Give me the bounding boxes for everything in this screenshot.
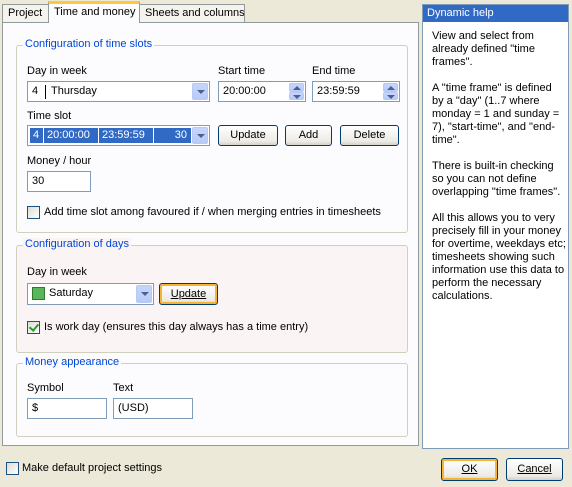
start-time-label: Start time bbox=[218, 65, 266, 77]
symbol-field[interactable]: $ bbox=[27, 398, 107, 419]
days-day-name: Saturday bbox=[49, 287, 94, 299]
divider bbox=[43, 128, 44, 143]
slot-number: 4 bbox=[33, 129, 40, 141]
chevron-down-icon[interactable] bbox=[192, 83, 208, 100]
make-default-label: Make default project settings bbox=[22, 462, 163, 474]
slot-end: 23:59:59 bbox=[102, 129, 145, 141]
spin-down-icon[interactable] bbox=[289, 91, 304, 100]
slot-start: 20:00:00 bbox=[47, 129, 90, 141]
help-paragraph: All this allows you to very precisely fi… bbox=[432, 212, 566, 302]
slot-update-button[interactable]: Update bbox=[218, 125, 278, 146]
days-update-label: Update bbox=[170, 288, 207, 300]
start-time-spinner[interactable] bbox=[289, 83, 304, 100]
chevron-down-icon[interactable] bbox=[192, 127, 208, 144]
chevron-down-icon[interactable] bbox=[136, 285, 152, 303]
days-day-select[interactable]: Saturday bbox=[27, 283, 154, 305]
money-appearance-legend: Money appearance bbox=[23, 356, 122, 368]
money-per-hour-field[interactable]: 30 bbox=[27, 171, 91, 192]
tab-sheets-and-columns[interactable]: Sheets and columns bbox=[139, 4, 245, 22]
tab-project[interactable]: Project bbox=[2, 4, 49, 22]
day-in-week-label: Day in week bbox=[27, 65, 87, 77]
days-legend: Configuration of days bbox=[23, 238, 131, 250]
days-group: Configuration of days Day in week Saturd… bbox=[16, 238, 408, 353]
tab-label: Time and money bbox=[54, 6, 136, 18]
text-field[interactable]: (USD) bbox=[113, 398, 193, 419]
favoured-label: Add time slot among favoured if / when m… bbox=[44, 206, 381, 218]
help-paragraph: A "time frame" is defined by a "day" (1.… bbox=[432, 82, 560, 146]
money-per-hour-label: Money / hour bbox=[27, 155, 92, 167]
divider bbox=[98, 128, 99, 143]
dynamic-help-pane: Dynamic help View and select from alread… bbox=[422, 4, 569, 449]
favoured-checkbox[interactable] bbox=[27, 206, 40, 219]
divider bbox=[153, 128, 154, 143]
help-paragraph: View and select from already defined "ti… bbox=[432, 30, 535, 68]
start-time-value: 20:00:00 bbox=[223, 85, 266, 97]
tab-panel: Configuration of time slots Day in week … bbox=[2, 22, 419, 446]
time-slots-legend: Configuration of time slots bbox=[23, 38, 155, 50]
text-label: Text bbox=[113, 382, 134, 394]
day-number: 4 bbox=[32, 85, 39, 97]
spin-down-icon[interactable] bbox=[383, 91, 398, 100]
symbol-label: Symbol bbox=[27, 382, 64, 394]
day-in-week-select[interactable]: 4 Thursday bbox=[27, 81, 210, 102]
day-name: Thursday bbox=[51, 85, 97, 97]
end-time-field[interactable]: 23:59:59 bbox=[312, 81, 400, 102]
end-time-value: 23:59:59 bbox=[317, 85, 360, 97]
time-slot-selection: 4 20:00:00 23:59:59 30 bbox=[30, 128, 191, 143]
cancel-button[interactable]: Cancel bbox=[506, 458, 563, 481]
make-default-checkbox[interactable] bbox=[6, 462, 19, 475]
text-value: (USD) bbox=[118, 402, 149, 414]
days-update-button[interactable]: Update bbox=[159, 283, 218, 305]
dynamic-help-title: Dynamic help bbox=[423, 5, 568, 22]
slot-add-button[interactable]: Add bbox=[285, 125, 332, 146]
days-day-in-week-label: Day in week bbox=[27, 266, 87, 278]
end-time-label: End time bbox=[312, 65, 356, 77]
check-icon bbox=[32, 287, 45, 300]
time-slot-label: Time slot bbox=[27, 110, 72, 122]
ok-button[interactable]: OK bbox=[441, 458, 498, 481]
start-time-field[interactable]: 20:00:00 bbox=[218, 81, 306, 102]
end-time-spinner[interactable] bbox=[383, 83, 398, 100]
spin-up-icon[interactable] bbox=[289, 83, 304, 92]
money-per-hour-value: 30 bbox=[32, 175, 45, 187]
work-day-label: Is work day (ensures this day always has… bbox=[44, 321, 309, 333]
time-slots-group: Configuration of time slots Day in week … bbox=[16, 38, 408, 233]
time-slot-select[interactable]: 4 20:00:00 23:59:59 30 bbox=[27, 125, 210, 146]
money-appearance-group: Money appearance Symbol $ Text (USD) bbox=[16, 356, 408, 437]
tab-time-and-money[interactable]: Time and money bbox=[48, 1, 140, 23]
slot-delete-button[interactable]: Delete bbox=[340, 125, 399, 146]
dynamic-help-body: View and select from already defined "ti… bbox=[432, 30, 566, 316]
tab-label: Sheets and columns bbox=[145, 7, 245, 19]
spin-up-icon[interactable] bbox=[383, 83, 398, 92]
cancel-label: Cancel bbox=[517, 463, 552, 475]
divider bbox=[45, 85, 46, 99]
slot-duration: 30 bbox=[174, 129, 187, 141]
work-day-checkbox[interactable] bbox=[27, 321, 40, 334]
tab-label: Project bbox=[8, 7, 43, 19]
symbol-value: $ bbox=[32, 402, 39, 414]
help-paragraph: There is built-in checking so you can no… bbox=[432, 160, 561, 198]
ok-label: OK bbox=[461, 463, 478, 475]
